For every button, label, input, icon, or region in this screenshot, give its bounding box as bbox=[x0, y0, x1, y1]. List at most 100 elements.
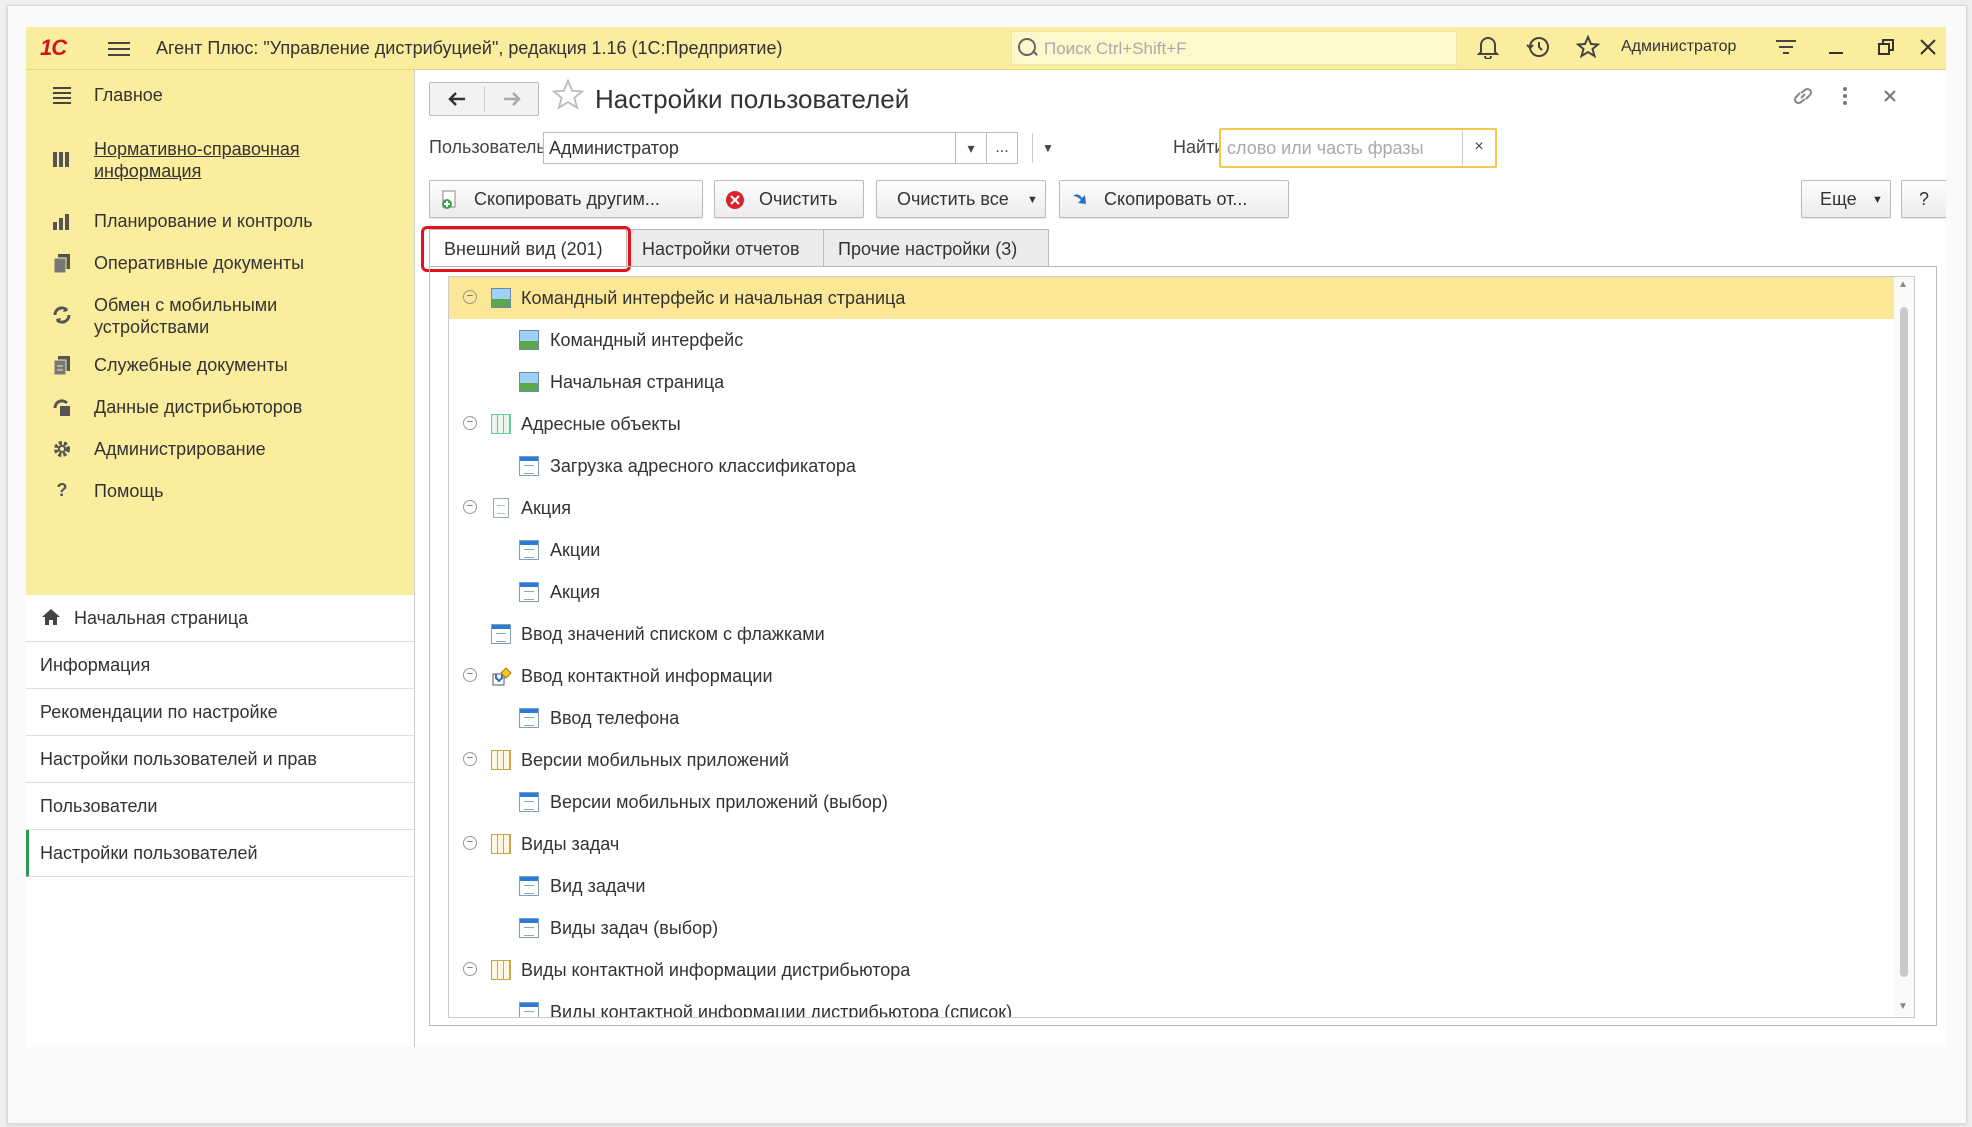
page-users[interactable]: Пользователи bbox=[26, 783, 414, 830]
ellipsis-icon: ... bbox=[995, 139, 1009, 156]
section-service-docs[interactable]: Служебные документы bbox=[26, 354, 414, 394]
tree-row[interactable]: − Ввод контактной информации bbox=[449, 655, 1895, 697]
clear-all-button[interactable]: Очистить все ▼ bbox=[876, 180, 1046, 218]
tree-row[interactable]: − Версии мобильных приложений bbox=[449, 739, 1895, 781]
clear-find-icon[interactable]: × bbox=[1462, 130, 1495, 166]
form-icon bbox=[519, 582, 539, 602]
page-label: Информация bbox=[40, 655, 151, 675]
section-distributor-data[interactable]: Данные дистрибьюторов bbox=[26, 396, 414, 436]
chevron-down-icon[interactable]: ▼ bbox=[1032, 133, 1063, 163]
help-button[interactable]: ? bbox=[1901, 180, 1946, 218]
minimize-icon[interactable] bbox=[1823, 35, 1849, 61]
page-setup-recommendations[interactable]: Рекомендации по настройке bbox=[26, 689, 414, 736]
tree-row[interactable]: Ввод значений списком с флажками bbox=[449, 613, 1895, 655]
tree-row[interactable]: Акция bbox=[449, 571, 1895, 613]
chart-icon bbox=[50, 210, 74, 234]
sidebar: Главное Нормативно-справочная информация… bbox=[26, 70, 415, 1047]
scroll-down-icon[interactable]: ▼ bbox=[1898, 1001, 1908, 1012]
section-help[interactable]: ? Помощь bbox=[26, 480, 414, 520]
forward-arrow-icon[interactable] bbox=[487, 87, 537, 116]
tab-label: Прочие настройки (3) bbox=[838, 239, 1018, 259]
tree-row[interactable]: Вид задачи bbox=[449, 865, 1895, 907]
page-label: Рекомендации по настройке bbox=[40, 702, 278, 722]
tree-row[interactable]: Загрузка адресного классификатора bbox=[449, 445, 1895, 487]
tree-row[interactable]: Виды задач (выбор) bbox=[449, 907, 1895, 949]
table-icon bbox=[491, 834, 511, 854]
back-arrow-icon[interactable] bbox=[432, 87, 482, 116]
button-label: ? bbox=[1919, 189, 1930, 209]
collapse-icon[interactable]: − bbox=[463, 962, 477, 976]
tree-row[interactable]: − Виды задач bbox=[449, 823, 1895, 865]
section-operative-docs[interactable]: Оперативные документы bbox=[26, 252, 414, 292]
copy-to-others-button[interactable]: Скопировать другим... bbox=[429, 180, 703, 218]
copy-from-button[interactable]: Скопировать от... bbox=[1059, 180, 1289, 218]
collapse-icon[interactable]: − bbox=[463, 668, 477, 682]
more-vertical-icon[interactable] bbox=[1833, 84, 1857, 114]
chevron-down-icon: ▾ bbox=[967, 140, 975, 156]
section-main[interactable]: Главное bbox=[26, 84, 414, 124]
settings-tree[interactable]: − Командный интерфейс и начальная страни… bbox=[448, 276, 1915, 1018]
section-planning[interactable]: Планирование и контроль bbox=[26, 210, 414, 250]
find-field[interactable]: слово или часть фразы × bbox=[1219, 128, 1497, 168]
tab-other-settings[interactable]: Прочие настройки (3) bbox=[823, 229, 1049, 267]
tree-row[interactable]: − Акция bbox=[449, 487, 1895, 529]
user-select[interactable]: Администратор ▼ bbox=[543, 132, 1054, 164]
picture-icon bbox=[519, 330, 539, 350]
page-user-settings[interactable]: Настройки пользователей bbox=[26, 830, 414, 877]
clear-button[interactable]: Очистить bbox=[714, 180, 864, 218]
favorite-star-icon[interactable] bbox=[551, 78, 585, 119]
close-form-icon[interactable] bbox=[1878, 84, 1902, 114]
restore-icon[interactable] bbox=[1873, 35, 1899, 61]
user-select-browse-button[interactable]: ... bbox=[986, 132, 1018, 164]
section-administration[interactable]: Администрирование bbox=[26, 438, 414, 478]
tree-row[interactable]: − Виды контактной информации дистрибьюто… bbox=[449, 949, 1895, 991]
tree-row-label: Версии мобильных приложений (выбор) bbox=[550, 792, 888, 812]
tree-row[interactable]: Ввод телефона bbox=[449, 697, 1895, 739]
tree-row[interactable]: Акции bbox=[449, 529, 1895, 571]
table-icon bbox=[491, 750, 511, 770]
bell-icon[interactable] bbox=[1475, 35, 1501, 61]
collapse-icon[interactable]: − bbox=[463, 290, 477, 304]
tab-report-settings[interactable]: Настройки отчетов bbox=[626, 229, 824, 267]
page-information[interactable]: Информация bbox=[26, 642, 414, 689]
main-menu-icon[interactable] bbox=[108, 38, 130, 58]
more-button[interactable]: Еще ▼ bbox=[1801, 180, 1891, 218]
find-input[interactable]: слово или часть фразы bbox=[1227, 138, 1424, 159]
section-label: Администрирование bbox=[94, 439, 266, 459]
tree-row[interactable]: − Адресные объекты bbox=[449, 403, 1895, 445]
title-bar: 1С Агент Плюс: "Управление дистрибуцией"… bbox=[26, 27, 1946, 70]
user-select-dropdown[interactable]: ▾ bbox=[955, 132, 987, 164]
current-user[interactable]: Администратор bbox=[1621, 38, 1736, 56]
section-reference-info[interactable]: Нормативно-справочная информация bbox=[26, 138, 414, 188]
collapse-icon[interactable]: − bbox=[463, 836, 477, 850]
collapse-icon[interactable]: − bbox=[463, 500, 477, 514]
user-field-label: Пользователь: bbox=[429, 137, 551, 157]
favorites-star-icon[interactable] bbox=[1575, 34, 1601, 61]
tree-row[interactable]: Версии мобильных приложений (выбор) bbox=[449, 781, 1895, 823]
scrollbar-thumb[interactable] bbox=[1900, 307, 1908, 977]
global-search[interactable] bbox=[1011, 31, 1457, 65]
page-home[interactable]: Начальная страница bbox=[26, 595, 414, 642]
collapse-icon[interactable]: − bbox=[463, 416, 477, 430]
section-label: Служебные документы bbox=[94, 355, 288, 375]
copy-doc-icon bbox=[440, 190, 458, 209]
tree-row-label: Виды задач bbox=[521, 834, 620, 854]
collapse-icon[interactable]: − bbox=[463, 752, 477, 766]
tree-row[interactable]: Командный интерфейс bbox=[449, 319, 1895, 361]
section-mobile-exchange[interactable]: Обмен с мобильными устройствами bbox=[26, 294, 414, 344]
section-label: Помощь bbox=[94, 481, 164, 501]
tree-row[interactable]: Начальная страница bbox=[449, 361, 1895, 403]
page-user-rights-settings[interactable]: Настройки пользователей и прав bbox=[26, 736, 414, 783]
tree-row-label: Акция bbox=[521, 498, 571, 518]
search-input[interactable] bbox=[1042, 36, 1446, 62]
chevron-down-icon: ▼ bbox=[1027, 194, 1038, 206]
tree-row[interactable]: Виды контактной информации дистрибьютора… bbox=[449, 991, 1895, 1017]
close-window-icon[interactable] bbox=[1915, 35, 1941, 61]
link-icon[interactable] bbox=[1791, 84, 1815, 114]
tree-scrollbar[interactable]: ▲ ▼ bbox=[1894, 277, 1914, 1017]
books-icon bbox=[50, 148, 74, 172]
settings-menu-icon[interactable] bbox=[1773, 35, 1799, 61]
tree-row[interactable]: − Командный интерфейс и начальная страни… bbox=[449, 277, 1895, 319]
scroll-up-icon[interactable]: ▲ bbox=[1898, 279, 1908, 290]
history-icon[interactable] bbox=[1525, 35, 1551, 61]
